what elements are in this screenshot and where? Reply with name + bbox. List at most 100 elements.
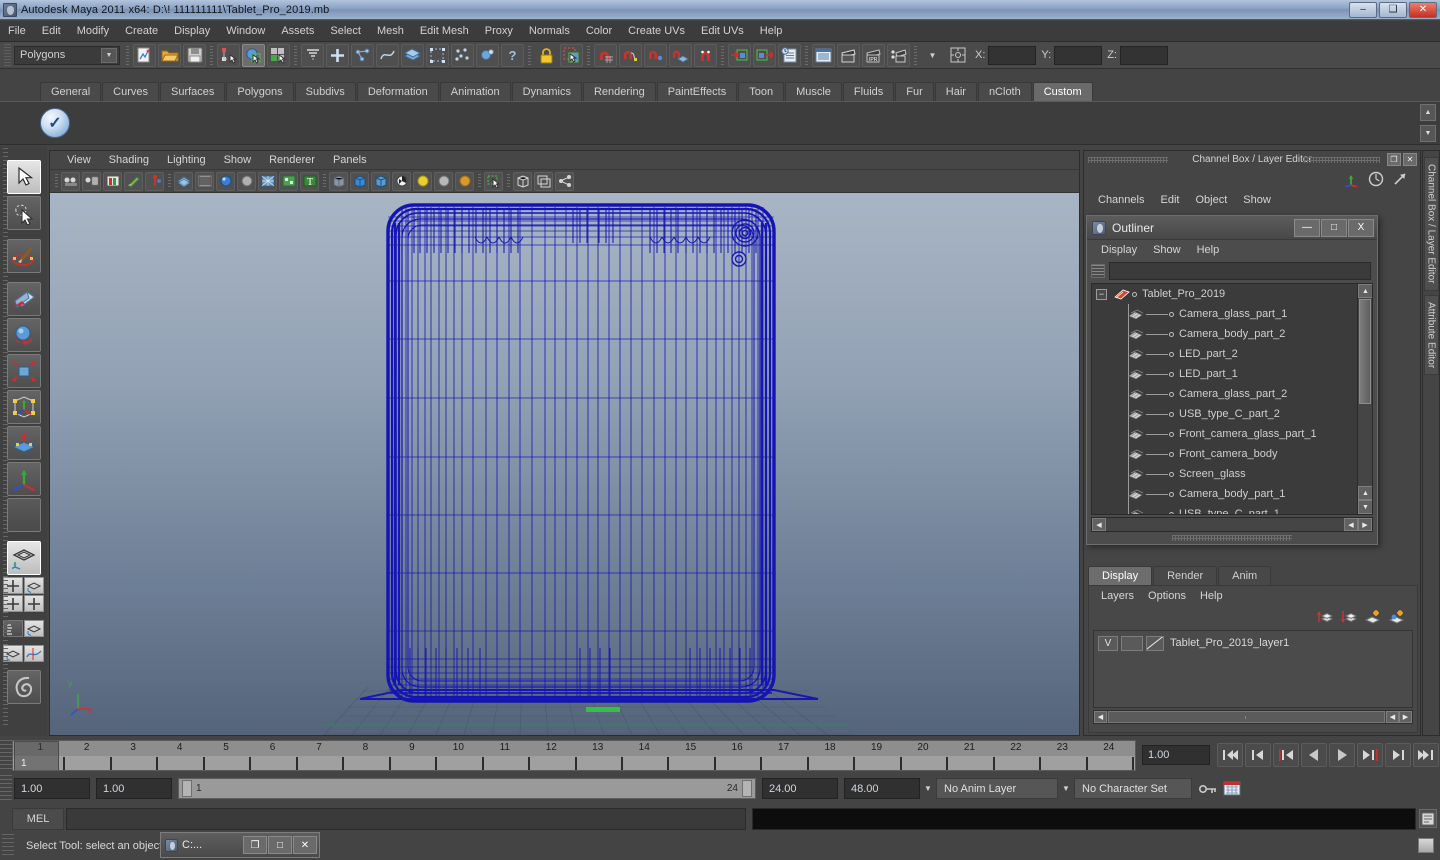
viewport-menu-renderer[interactable]: Renderer	[260, 153, 324, 167]
shelf-scroll-up-button[interactable]: ▲	[1420, 104, 1436, 121]
secondary-restore-button[interactable]: ❐	[243, 836, 267, 854]
isolate-select-icon[interactable]	[513, 171, 532, 191]
shelf-tab-polygons[interactable]: Polygons	[226, 82, 294, 101]
shelf-tab-hair[interactable]: Hair	[934, 82, 977, 101]
expand-collapse-icon[interactable]: −	[1096, 288, 1107, 300]
select-by-object-type-icon[interactable]	[242, 43, 265, 67]
maya-logo-button[interactable]	[6, 670, 41, 704]
scroll-left-secondary-icon[interactable]: ◀	[1344, 518, 1358, 531]
vtab-channel-box-layer-editor[interactable]: Channel Box / Layer Editor	[1423, 157, 1439, 291]
shelf-tab-general[interactable]: General	[40, 82, 102, 101]
move-layer-up-icon[interactable]	[1316, 609, 1333, 625]
new-layer-from-selected-icon[interactable]	[1388, 609, 1405, 625]
layer-menu-help[interactable]: Help	[1193, 589, 1230, 603]
show-manipulator-tool-button[interactable]	[6, 462, 41, 496]
shelf-tab-subdivs[interactable]: Subdivs	[294, 82, 356, 101]
misc-mask-icon[interactable]: ?	[501, 43, 524, 67]
select-by-component-type-icon[interactable]	[267, 43, 290, 67]
outliner-maximize-button[interactable]: □	[1321, 218, 1347, 237]
menu-display[interactable]: Display	[166, 23, 218, 39]
construction-history-icon[interactable]	[778, 43, 801, 67]
vtab-attribute-editor[interactable]: Attribute Editor	[1423, 294, 1439, 375]
dynamics-mask-icon[interactable]	[451, 43, 474, 67]
shelf-tab-fluids[interactable]: Fluids	[842, 82, 895, 101]
xray-mode-icon[interactable]	[329, 171, 348, 191]
menu-color[interactable]: Color	[578, 23, 620, 39]
single-perspective-layout-button[interactable]	[6, 541, 41, 575]
paint-select-tool-button[interactable]	[6, 239, 41, 273]
wireframe-on-shaded-icon[interactable]	[258, 171, 277, 191]
scroll-right-icon[interactable]: ▶	[1399, 711, 1412, 723]
menu-proxy[interactable]: Proxy	[477, 23, 521, 39]
shelf-tab-custom[interactable]: Custom	[1032, 82, 1093, 101]
new-layer-icon[interactable]	[1364, 609, 1381, 625]
status-line-gripper[interactable]	[4, 43, 11, 67]
lock-icon[interactable]	[535, 44, 558, 67]
outliner-child-row[interactable]: USB_type_C_part_2	[1092, 404, 1372, 424]
persp-graph-editor-layout-button[interactable]	[24, 645, 44, 662]
layer-menu-options[interactable]: Options	[1141, 589, 1193, 603]
move-tool-button[interactable]	[6, 282, 41, 316]
output-connections-icon[interactable]	[753, 43, 776, 67]
scroll-right-icon[interactable]: ▶	[1358, 518, 1372, 531]
scroll-left-icon[interactable]: ◀	[1092, 518, 1106, 531]
layer-list[interactable]: V Tablet_Pro_2019_layer1	[1093, 630, 1413, 708]
select-tool-button[interactable]	[6, 160, 41, 194]
filter-icon[interactable]	[1091, 264, 1105, 278]
outliner-search-input[interactable]	[1109, 262, 1371, 280]
outliner-child-row[interactable]: LED_part_1	[1092, 364, 1372, 384]
shelf-tab-rendering[interactable]: Rendering	[582, 82, 656, 101]
clock-icon[interactable]	[1368, 171, 1384, 187]
range-start-time-field[interactable]: 1.00	[96, 778, 172, 799]
step-forward-key-button[interactable]	[1385, 743, 1411, 767]
snap-to-plane-icon[interactable]	[669, 43, 692, 67]
channel-menu-edit[interactable]: Edit	[1152, 193, 1187, 207]
points-mask-icon[interactable]	[351, 43, 374, 67]
auto-keyframe-toggle-icon[interactable]	[1198, 781, 1218, 797]
persp-outliner-layout-button[interactable]	[24, 577, 44, 594]
channel-menu-channels[interactable]: Channels	[1090, 193, 1152, 207]
step-back-frame-button[interactable]	[1273, 743, 1299, 767]
shelf-tab-fur[interactable]: Fur	[895, 82, 934, 101]
scroll-left-secondary-icon[interactable]: ◀	[1386, 711, 1399, 723]
select-by-hierarchy-icon[interactable]	[217, 43, 240, 67]
play-forwards-button[interactable]	[1329, 743, 1355, 767]
snap-to-curve-icon[interactable]	[619, 43, 642, 67]
scrollbar-thumb[interactable]	[1359, 299, 1371, 404]
panel-gripper-right[interactable]	[1304, 157, 1380, 163]
scroll-up-secondary-icon[interactable]: ▲	[1358, 486, 1372, 500]
shelf-tab-toon[interactable]: Toon	[738, 82, 785, 101]
layer-menu-layers[interactable]: Layers	[1094, 589, 1141, 603]
handle-mask-icon[interactable]	[326, 43, 349, 67]
layer-list-horizontal-scrollbar[interactable]: ◀ ◀ ▶	[1093, 710, 1413, 724]
menu-create[interactable]: Create	[117, 23, 166, 39]
close-button[interactable]: ✕	[1409, 1, 1437, 18]
camera-attributes-icon[interactable]	[82, 171, 101, 191]
light-grey-icon[interactable]	[434, 171, 453, 191]
render-sequence-icon[interactable]	[837, 43, 860, 67]
layer-name[interactable]: Tablet_Pro_2019_layer1	[1170, 637, 1289, 649]
outliner-tree[interactable]: − Tablet_Pro_2019 Camera_glass_part_1 Ca…	[1091, 283, 1373, 515]
outliner-horizontal-scrollbar[interactable]: ◀ ◀ ▶	[1091, 517, 1373, 532]
deformation-mask-icon[interactable]	[426, 43, 449, 67]
chevron-down-icon[interactable]: ▼	[920, 778, 936, 799]
universal-manipulator-tool-button[interactable]	[6, 390, 41, 424]
image-plane-icon[interactable]	[103, 171, 122, 191]
new-scene-icon[interactable]	[133, 43, 156, 67]
paint-effects-icon[interactable]	[124, 171, 143, 191]
render-current-frame-icon[interactable]	[812, 43, 835, 67]
maximize-button[interactable]: ❑	[1379, 1, 1407, 18]
range-slider-gripper[interactable]	[0, 774, 12, 803]
curve-mask-icon[interactable]	[376, 43, 399, 67]
share-graph-icon[interactable]	[555, 171, 574, 191]
chevron-down-icon[interactable]: ▼	[101, 47, 117, 63]
select-tool-marquee-icon[interactable]	[560, 43, 583, 67]
coord-y-input[interactable]	[1054, 45, 1103, 65]
resize-grip-icon[interactable]	[1418, 838, 1434, 853]
range-start-handle[interactable]	[182, 780, 192, 797]
viewport-menu-view[interactable]: View	[58, 153, 100, 167]
outliner-child-row[interactable]: Camera_glass_part_2	[1092, 384, 1372, 404]
outliner-child-row[interactable]: Front_camera_glass_part_1	[1092, 424, 1372, 444]
current-time-indicator[interactable]: 1	[14, 740, 59, 770]
range-end-time-field[interactable]: 24.00	[762, 778, 838, 799]
